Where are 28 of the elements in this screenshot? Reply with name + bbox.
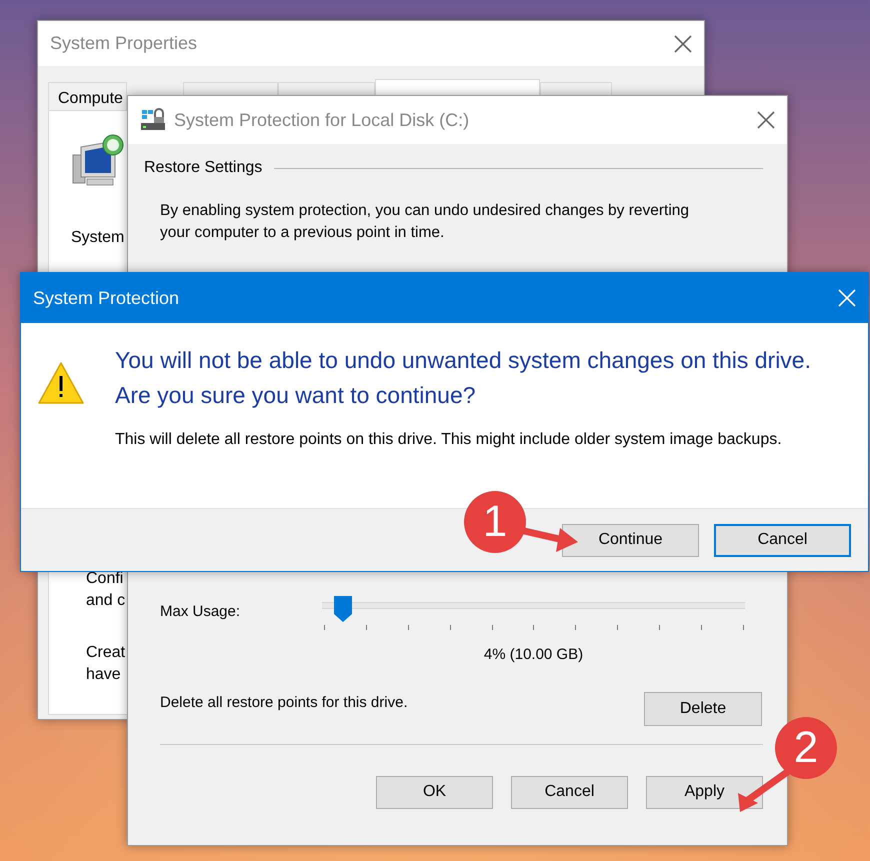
body-text: System (71, 228, 124, 248)
drive-icon (140, 108, 166, 132)
slider-thumb[interactable] (333, 595, 354, 623)
body-text: Confi (86, 569, 124, 589)
window-title: System Properties (50, 32, 198, 55)
usage-reading: 4% (10.00 GB) (482, 645, 584, 665)
close-icon[interactable] (757, 111, 775, 129)
dialog-button[interactable]: Apply (646, 776, 763, 808)
tab[interactable]: Compute (48, 82, 127, 110)
group-title: Restore Settings (144, 158, 262, 178)
delete-description: Delete all restore points for this drive. (160, 692, 408, 712)
description-text: By enabling system protection, you can undo undesired changes by reverting your computer to a previous point in time. (160, 201, 690, 243)
dialog-button[interactable]: Cancel (511, 776, 628, 808)
close-icon[interactable] (674, 34, 692, 52)
dialog-title: System Protection (33, 286, 180, 310)
body-text: have (86, 665, 121, 685)
dialog-button[interactable]: Continue (562, 524, 699, 556)
max-usage-label: Max Usage: (160, 602, 242, 622)
body-text: This will delete all restore points on this drive. This might include older system image backups. (115, 430, 783, 450)
window-title: System Protection for Local Disk (C:) (174, 108, 470, 132)
warning-icon (37, 361, 85, 405)
body-text: Creat (86, 643, 126, 663)
main-instruction: You will not be able to undo unwanted system changes on this drive. Are you sure you want to continue? (115, 346, 812, 410)
dialog-button[interactable]: OK (376, 776, 493, 808)
delete-button[interactable]: Delete (644, 692, 762, 726)
dialog-button[interactable]: Cancel (714, 524, 851, 556)
body-text: and c (86, 591, 126, 611)
arrow (738, 767, 792, 812)
